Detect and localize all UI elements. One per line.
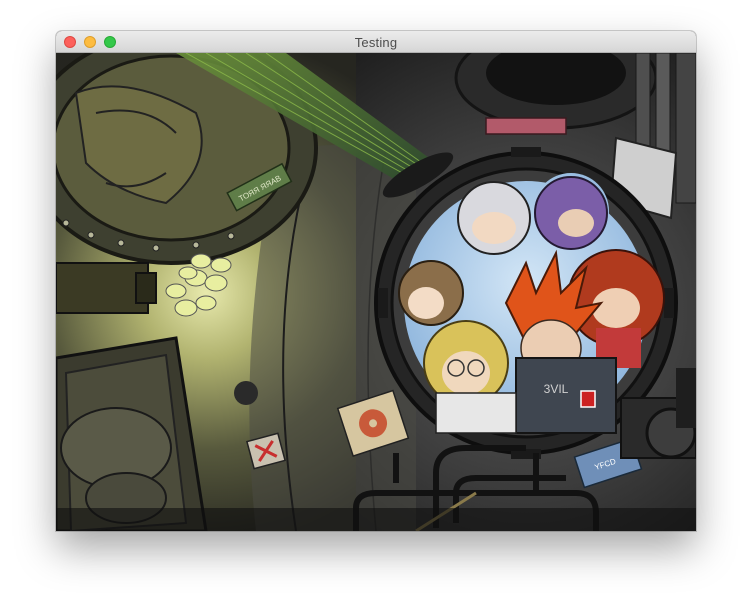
artwork-canvas: ТОЯЯ ЯЯАВ 3VIL YFCD	[56, 53, 696, 531]
app-window: Testing ТОЯЯ ЯЯАВ 3VIL YFCD	[56, 31, 696, 531]
window-title: Testing	[354, 35, 398, 50]
svg-text:3VIL: 3VIL	[544, 382, 569, 396]
title-bar[interactable]: Testing	[56, 31, 696, 53]
tunnel-illustration: ТОЯЯ ЯЯАВ 3VIL YFCD	[56, 53, 696, 531]
